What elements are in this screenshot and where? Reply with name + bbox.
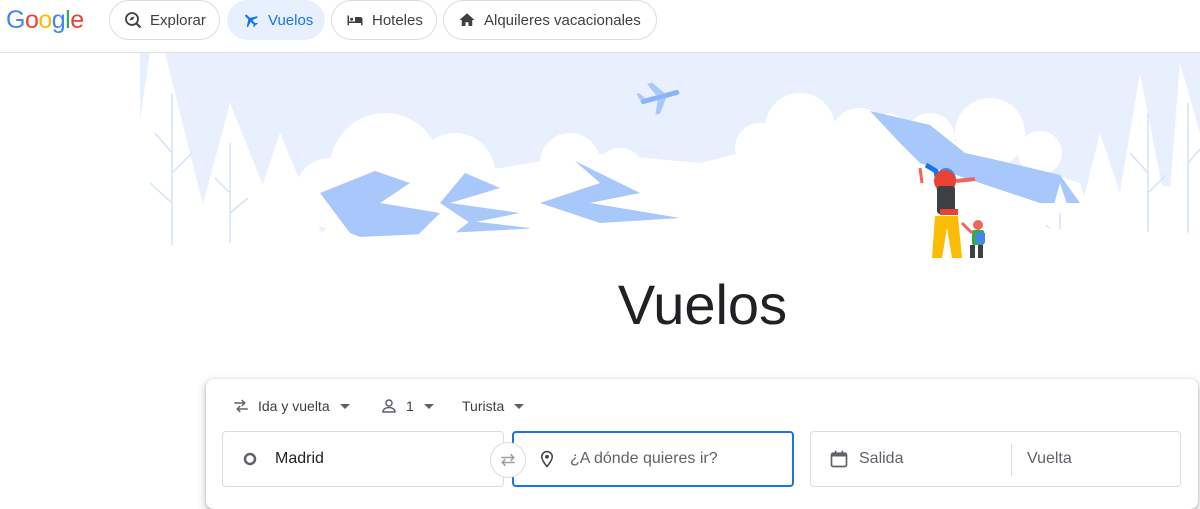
origin-value: Madrid	[275, 450, 324, 467]
origin-circle-icon	[243, 452, 257, 466]
page-title: Vuelos	[617, 273, 788, 336]
swap-icon	[498, 450, 518, 470]
passengers-dropdown[interactable]: 1	[380, 395, 434, 417]
nav-vacation-rentals-label: Alquileres vacacionales	[484, 11, 641, 29]
hotel-icon	[346, 11, 364, 29]
nav-flights-button[interactable]: Vuelos	[227, 0, 325, 40]
origin-field[interactable]: Madrid	[222, 431, 504, 487]
swap-origin-destination-button[interactable]	[490, 442, 526, 478]
nav-flights-label: Vuelos	[268, 11, 314, 29]
destination-input[interactable]: ¿A dónde quieres ir?	[512, 431, 794, 487]
top-navigation: Google Explorar Vuelos Hoteles Alquilere…	[0, 0, 1200, 53]
trip-type-dropdown[interactable]: Ida y vuelta	[232, 395, 350, 417]
trip-type-label: Ida y vuelta	[258, 398, 330, 414]
nav-explore-label: Explorar	[150, 11, 206, 29]
hero-illustration	[0, 53, 1200, 285]
date-range-field[interactable]: Salida Vuelta	[810, 431, 1181, 487]
return-date-input[interactable]: Vuelta	[1027, 450, 1072, 468]
flight-icon	[242, 11, 260, 29]
passengers-count: 1	[406, 398, 414, 414]
calendar-icon	[829, 449, 849, 469]
nav-vacation-rentals-button[interactable]: Alquileres vacacionales	[443, 0, 657, 40]
nav-explore-button[interactable]: Explorar	[109, 0, 220, 40]
location-pin-icon	[538, 449, 556, 469]
cabin-class-label: Turista	[462, 398, 505, 414]
nav-hotels-button[interactable]: Hoteles	[331, 0, 437, 40]
departure-date-input[interactable]: Salida	[859, 450, 903, 468]
date-divider	[1011, 444, 1012, 476]
nav-hotels-label: Hoteles	[372, 11, 423, 29]
chevron-down-icon	[423, 403, 434, 409]
house-icon	[458, 11, 476, 29]
swap-arrows-icon	[232, 397, 250, 415]
cabin-class-dropdown[interactable]: Turista	[462, 395, 525, 417]
person-icon	[380, 397, 398, 415]
chevron-down-icon	[514, 403, 525, 409]
explore-icon	[124, 11, 142, 29]
destination-placeholder: ¿A dónde quieres ir?	[570, 450, 718, 467]
google-logo[interactable]: Google	[6, 6, 84, 35]
chevron-down-icon	[339, 403, 350, 409]
